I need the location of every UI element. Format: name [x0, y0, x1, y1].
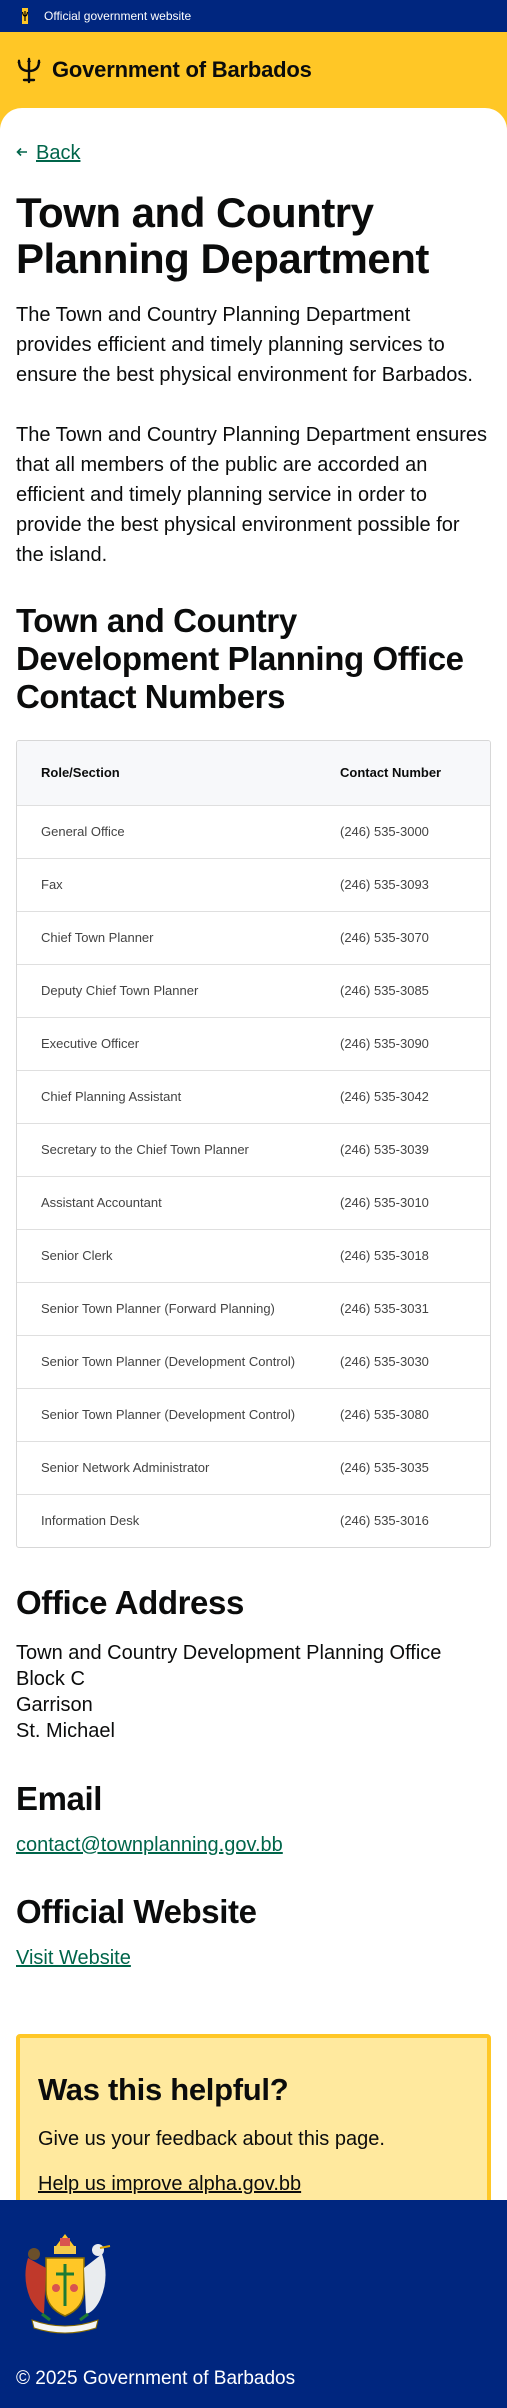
- contact-role-cell: General Office: [17, 804, 340, 858]
- contact-number-cell: (246) 535-3035: [340, 1440, 490, 1494]
- contact-number-cell: (246) 535-3018: [340, 1228, 490, 1282]
- visit-website-link[interactable]: Visit Website: [16, 1947, 131, 1970]
- contact-number-cell: (246) 535-3010: [340, 1175, 490, 1229]
- table-header-row: Role/Section Contact Number: [17, 741, 490, 805]
- intro-paragraph-1: The Town and Country Planning Department…: [16, 304, 473, 386]
- contact-role-cell: Senior Network Administrator: [17, 1440, 340, 1494]
- intro-paragraph-2: The Town and Country Planning Department…: [16, 424, 488, 566]
- office-address-heading: Office Address: [16, 1584, 244, 1621]
- contact-number-cell: (246) 535-3016: [340, 1493, 490, 1547]
- table-row: Senior Town Planner (Development Control…: [17, 1387, 490, 1441]
- contact-role-cell: Executive Officer: [17, 1016, 340, 1070]
- contact-number-cell: (246) 535-3070: [340, 910, 490, 964]
- page-title: Town and Country Planning Department: [16, 189, 429, 282]
- table-row: General Office (246) 535-3000: [17, 804, 490, 858]
- contact-role-cell: Senior Clerk: [17, 1228, 340, 1282]
- contact-number-cell: (246) 535-3031: [340, 1281, 490, 1335]
- contact-role-cell: Deputy Chief Town Planner: [17, 963, 340, 1017]
- official-site-banner: Official government website: [0, 0, 507, 32]
- table-row: Senior Town Planner (Forward Planning) (2…: [17, 1281, 490, 1335]
- contact-number-cell: (246) 535-3080: [340, 1387, 490, 1441]
- contact-number-cell: (246) 535-3000: [340, 804, 490, 858]
- table-row: Deputy Chief Town Planner (246) 535-3085: [17, 963, 490, 1017]
- official-website-heading: Official Website: [16, 1893, 257, 1930]
- contact-role-cell: Senior Town Planner (Development Control…: [17, 1334, 340, 1388]
- contacts-table: Role/Section Contact Number General Offi…: [16, 740, 491, 1548]
- office-address: Town and Country Development Planning Of…: [16, 1640, 491, 1744]
- arrow-left-icon: [16, 144, 28, 162]
- table-row: Chief Town Planner (246) 535-3070: [17, 910, 490, 964]
- contacts-heading: Town and Country Development Planning Of…: [16, 602, 464, 715]
- table-row: Senior Network Administrator (246) 535-30…: [17, 1440, 490, 1494]
- feedback-heading: Was this helpful?: [38, 2072, 289, 2107]
- banner-text: Official government website: [44, 9, 192, 23]
- trident-icon: [16, 56, 42, 84]
- back-link-label: Back: [36, 141, 81, 164]
- table-row: Information Desk (246) 535-3016: [17, 1493, 490, 1547]
- contact-role-cell: Chief Planning Assistant: [17, 1069, 340, 1123]
- contact-role-cell: Senior Town Planner (Development Control…: [17, 1387, 340, 1441]
- barbados-flag-icon: [16, 6, 34, 26]
- site-title[interactable]: Government of Barbados: [52, 57, 312, 83]
- contacts-table-body: General Office (246) 535-3000 Fax (246) 535…: [17, 804, 490, 1547]
- contact-number-cell: (246) 535-3039: [340, 1122, 490, 1176]
- table-row: Executive Officer (246) 535-3090: [17, 1016, 490, 1070]
- table-row: Secretary to the Chief Town Planner (246)…: [17, 1122, 490, 1176]
- contact-role-cell: Fax: [17, 857, 340, 911]
- table-row: Senior Clerk (246) 535-3018: [17, 1228, 490, 1282]
- address-line: Garrison: [16, 1694, 93, 1716]
- footer-copyright: © 2025 Government of Barbados: [16, 2368, 296, 2389]
- contact-role-cell: Assistant Accountant: [17, 1175, 340, 1229]
- feedback-link[interactable]: Help us improve alpha.gov.bb: [38, 2173, 301, 2196]
- table-row: Fax (246) 535-3093: [17, 857, 490, 911]
- feedback-text: Give us your feedback about this page.: [38, 2128, 385, 2150]
- address-line: St. Michael: [16, 1720, 115, 1742]
- address-line: Block C: [16, 1668, 85, 1690]
- email-heading: Email: [16, 1780, 103, 1817]
- contact-number-cell: (246) 535-3042: [340, 1069, 490, 1123]
- column-header-number: Contact Number: [340, 741, 490, 805]
- contact-number-cell: (246) 535-3030: [340, 1334, 490, 1388]
- table-row: Assistant Accountant (246) 535-3010: [17, 1175, 490, 1229]
- contact-number-cell: (246) 535-3090: [340, 1016, 490, 1070]
- main-content: Back Town and Country Planning Departmen…: [0, 108, 507, 2234]
- site-footer: © 2025 Government of Barbados: [0, 2200, 507, 2408]
- contact-role-cell: Senior Town Planner (Forward Planning): [17, 1281, 340, 1335]
- contact-role-cell: Information Desk: [17, 1493, 340, 1547]
- site-header: Government of Barbados: [0, 32, 507, 108]
- column-header-role: Role/Section: [17, 741, 340, 805]
- coat-of-arms-icon: [16, 2228, 114, 2336]
- address-line: Town and Country Development Planning Of…: [16, 1642, 442, 1664]
- contact-number-cell: (246) 535-3093: [340, 857, 490, 911]
- email-link[interactable]: contact@townplanning.gov.bb: [16, 1834, 283, 1857]
- back-link[interactable]: Back: [16, 140, 80, 166]
- contact-role-cell: Secretary to the Chief Town Planner: [17, 1122, 340, 1176]
- table-row: Chief Planning Assistant (246) 535-3042: [17, 1069, 490, 1123]
- contact-number-cell: (246) 535-3085: [340, 963, 490, 1017]
- table-row: Senior Town Planner (Development Control…: [17, 1334, 490, 1388]
- contact-role-cell: Chief Town Planner: [17, 910, 340, 964]
